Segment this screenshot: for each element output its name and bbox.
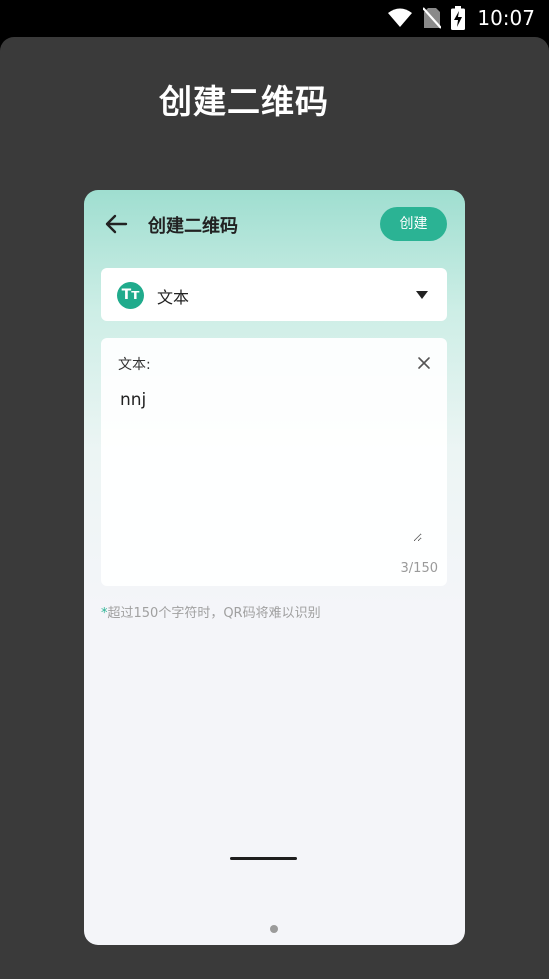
wifi-icon bbox=[388, 8, 413, 27]
app-preview: 创建二维码 创建 Tт 文本 文本: nnj 3/150 *超过150个字符时，… bbox=[84, 190, 465, 945]
status-icons: 10:07 bbox=[387, 6, 535, 30]
battery-charging-icon bbox=[451, 6, 466, 30]
preview-screen: 创建二维码 创建二维码 创建 Tт 文本 文本: nnj 3/150 *超过15… bbox=[0, 37, 549, 979]
caret-down-icon bbox=[416, 291, 428, 299]
text-field-label: 文本: bbox=[118, 357, 151, 373]
promo-title: 创建二维码 bbox=[159, 82, 329, 121]
page-title: 创建二维码 bbox=[148, 216, 238, 237]
text-input-card: 文本: nnj 3/150 bbox=[101, 338, 447, 586]
text-content-field[interactable]: nnj bbox=[118, 388, 422, 542]
create-button[interactable]: 创建 bbox=[380, 207, 447, 241]
qr-type-label: 文本 bbox=[157, 288, 190, 307]
no-sim-icon bbox=[423, 7, 442, 29]
close-icon[interactable] bbox=[417, 356, 431, 370]
page-indicator-dot bbox=[270, 925, 278, 933]
status-time: 10:07 bbox=[477, 6, 535, 30]
length-hint: *超过150个字符时，QR码将难以识别 bbox=[101, 602, 321, 621]
text-type-icon: Tт bbox=[117, 282, 144, 309]
status-bar: 10:07 bbox=[0, 0, 549, 36]
app-header: 创建二维码 创建 bbox=[84, 190, 465, 260]
gesture-nav-handle[interactable] bbox=[230, 857, 297, 860]
character-counter: 3/150 bbox=[400, 561, 438, 576]
arrow-left-icon[interactable] bbox=[104, 212, 132, 236]
qr-type-dropdown[interactable]: Tт 文本 bbox=[101, 268, 447, 321]
hint-text: 超过150个字符时，QR码将难以识别 bbox=[107, 606, 321, 621]
